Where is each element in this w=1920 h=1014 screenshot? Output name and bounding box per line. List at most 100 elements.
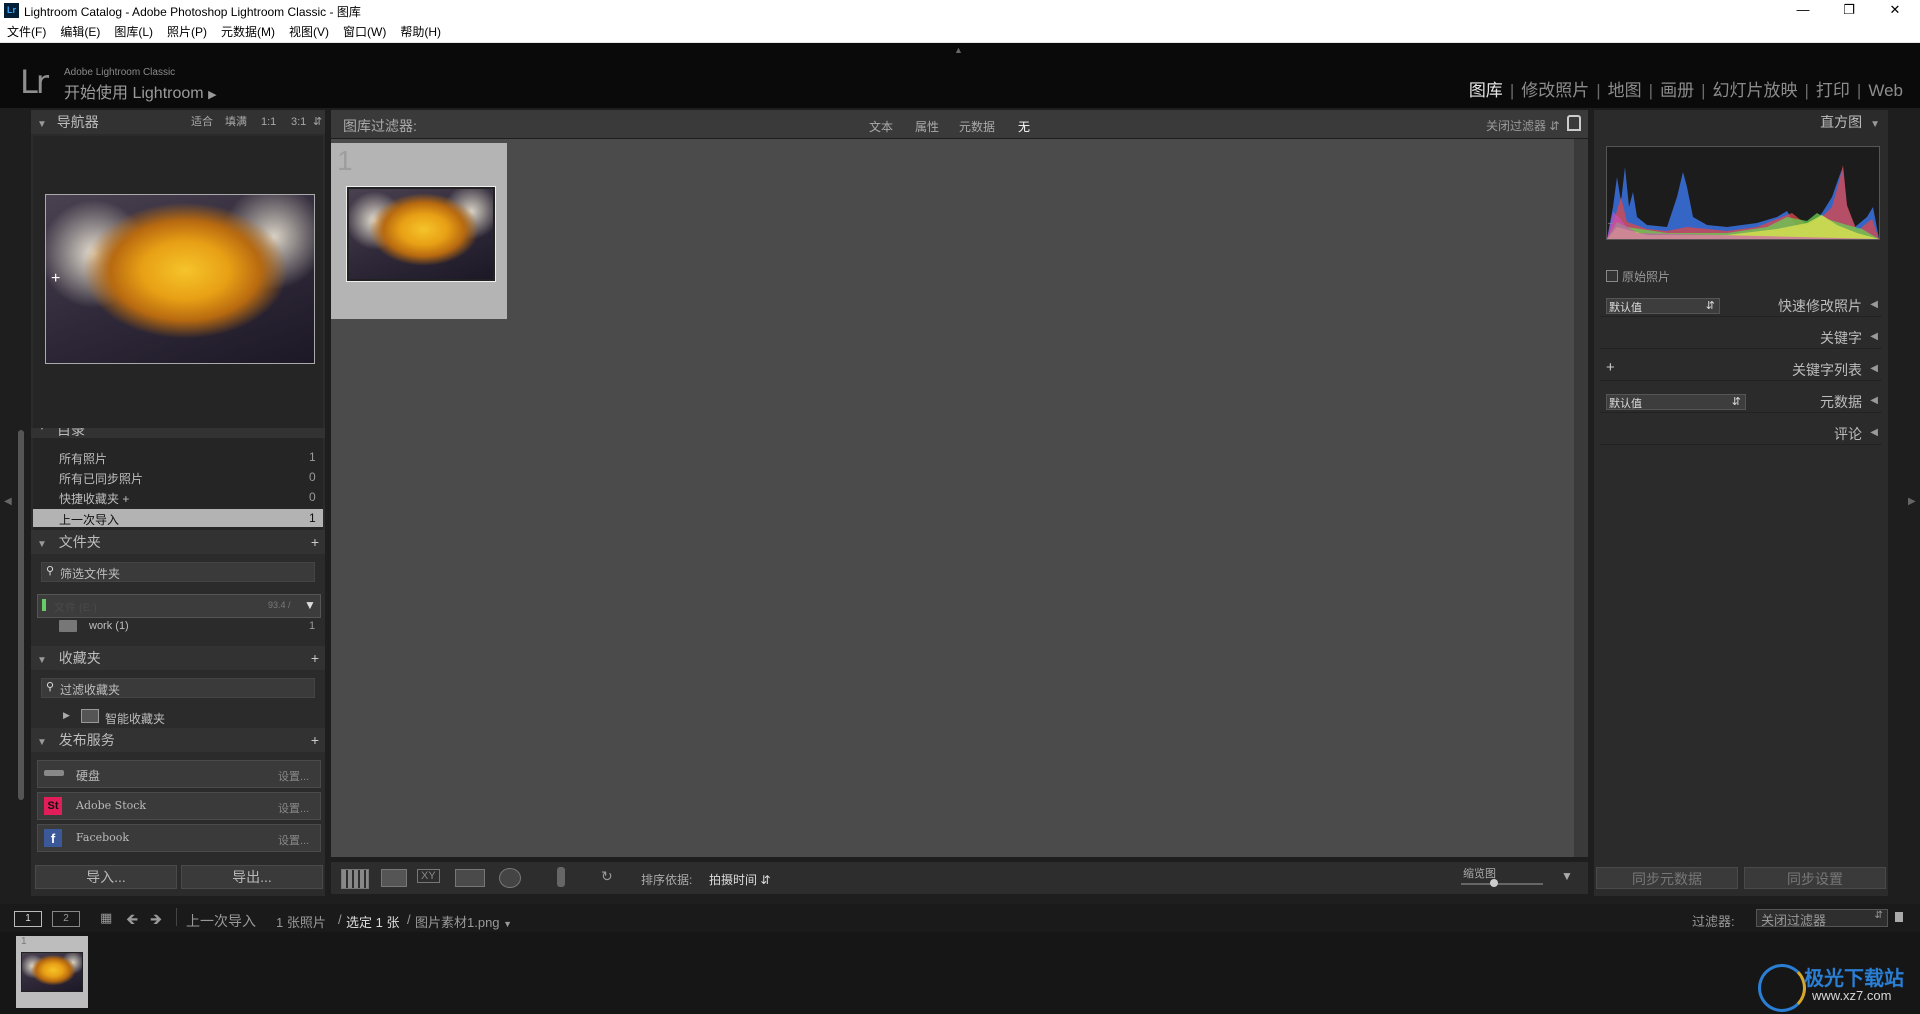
folders-header[interactable]: ▼ 文件夹 + [31,530,325,554]
grid-cell-selected[interactable]: 1 [331,143,507,319]
publish-header[interactable]: ▼ 发布服务 + [31,728,325,752]
volume-menu-icon[interactable]: ▼ [304,598,316,612]
module-web[interactable]: Web [1861,81,1910,100]
catalog-header[interactable]: ▼ 目录 [31,428,325,438]
filmstrip-thumbnail[interactable] [21,952,83,992]
add-keyword-icon[interactable]: + [1606,359,1615,376]
publish-setup-link[interactable]: 设置... [278,768,309,784]
filter-preset-select[interactable]: 关闭过滤器 ⇵ [1486,117,1559,134]
secondary-window-button[interactable]: 2 [52,911,80,927]
collapse-left-panel-icon[interactable]: ◀ [4,496,12,507]
compare-view-icon[interactable]: XY [417,869,440,883]
expand-left-icon[interactable]: ◀ [1870,363,1878,374]
zoom-stepper-icon[interactable]: ⇵ [313,110,322,134]
filter-attribute[interactable]: 属性 [915,118,939,135]
primary-window-button[interactable]: 1 [14,911,42,927]
grid-view-icon[interactable]: ▦ [100,910,112,926]
module-book[interactable]: 画册 [1653,81,1701,100]
collections-header[interactable]: ▼ 收藏夹 + [31,646,325,670]
module-library[interactable]: 图库 [1462,81,1510,100]
menu-window[interactable]: 窗口(W) [336,22,393,42]
minimize-button[interactable]: — [1780,0,1826,22]
collection-item-smart[interactable]: 智能收藏夹 [105,710,165,727]
maximize-button[interactable]: ❐ [1826,0,1872,22]
zoom-1-1[interactable]: 1:1 [261,110,276,134]
expand-left-icon[interactable]: ◀ [1870,427,1878,438]
zoom-fill[interactable]: 填满 [225,110,247,134]
catalog-item-all-photos[interactable]: 所有照片 [59,450,107,467]
publish-hard-drive[interactable]: 硬盘 设置... [37,760,321,788]
module-map[interactable]: 地图 [1601,81,1649,100]
publish-adobe-stock[interactable]: St Adobe Stock 设置... [37,792,321,820]
catalog-item-previous-import[interactable]: 上一次导入 1 [33,509,323,527]
expand-left-icon[interactable]: ◀ [1870,395,1878,406]
grid-thumbnail[interactable] [346,186,496,282]
sync-settings-button[interactable]: 同步设置 [1744,867,1886,889]
collapse-top-panel-icon[interactable]: ▲ [954,45,963,55]
menu-library[interactable]: 图库(L) [107,22,160,42]
survey-view-icon[interactable] [455,869,485,887]
module-print[interactable]: 打印 [1809,81,1857,100]
publish-facebook[interactable]: f Facebook 设置... [37,824,321,852]
add-collection-icon[interactable]: + [311,646,319,670]
publish-setup-link[interactable]: 设置... [278,800,309,816]
sync-metadata-button[interactable]: 同步元数据 [1596,867,1738,889]
expand-left-icon[interactable]: ◀ [1870,331,1878,342]
filmstrip-filter-select[interactable]: 关闭过滤器 ⇵ [1756,909,1888,928]
folder-item-work[interactable]: work (1) [89,620,129,632]
filter-metadata[interactable]: 元数据 [959,118,995,135]
menu-view[interactable]: 视图(V) [282,22,336,42]
painter-icon[interactable] [557,867,565,887]
loupe-view-icon[interactable] [381,869,407,887]
menu-edit[interactable]: 编辑(E) [53,22,107,42]
collapse-right-panel-icon[interactable]: ▶ [1908,496,1916,507]
grid-view-icon[interactable] [341,869,369,889]
menu-metadata[interactable]: 元数据(M) [214,22,282,42]
forward-arrow-icon[interactable]: 🡺 [150,909,162,934]
catalog-item-quick-collection[interactable]: 快捷收藏夹 + [59,490,129,507]
metadata-preset[interactable]: 默认值 ⇵ [1606,394,1746,410]
zoom-fit[interactable]: 适合 [191,110,213,134]
back-arrow-icon[interactable]: 🡸 [126,909,138,934]
sort-select[interactable]: 拍摄时间 ⇵ [709,871,770,888]
sort-direction-icon[interactable]: ↻ [601,868,613,885]
filmstrip-thumb-cell[interactable]: 1 [16,936,88,1008]
people-view-icon[interactable] [499,868,521,888]
publish-setup-link[interactable]: 设置... [278,832,309,848]
left-panel-scrollbar[interactable] [18,430,24,800]
add-folder-icon[interactable]: + [311,530,319,554]
filter-text[interactable]: 文本 [869,118,893,135]
volume-row[interactable]: 文件 (E:) 93.4 / ▼ [37,594,321,618]
module-develop[interactable]: 修改照片 [1514,81,1596,100]
navigator-header[interactable]: ▼ 导航器 适合 填满 1:1 3:1 ⇵ [31,110,325,134]
quick-develop-header[interactable]: 默认值 ⇵ 快速修改照片 ◀ [1600,294,1882,317]
expand-triangle-icon[interactable]: ▶ [63,710,70,721]
menu-help[interactable]: 帮助(H) [393,22,448,42]
folder-filter-input[interactable]: ⚲ 筛选文件夹 [41,562,315,582]
navigator-preview-image[interactable] [45,194,315,364]
zoom-3-1[interactable]: 3:1 [291,110,306,134]
menu-file[interactable]: 文件(F) [0,22,53,42]
filter-none[interactable]: 无 [1018,118,1030,135]
export-button[interactable]: 导出... [181,865,323,889]
collection-filter-input[interactable]: ⚲ 过滤收藏夹 [41,678,315,698]
filmstrip-source[interactable]: 上一次导入 [186,911,256,931]
thumbnail-size-slider-handle[interactable] [1490,879,1498,887]
thumbnail-size-slider[interactable] [1461,883,1543,885]
keyword-list-header[interactable]: + 关键字列表 ◀ [1600,358,1882,381]
filter-lock-icon[interactable] [1895,912,1903,922]
histogram-header[interactable]: 直方图 ▼ [1594,110,1888,134]
keywords-header[interactable]: 关键字 ◀ [1600,326,1882,349]
expand-left-icon[interactable]: ◀ [1870,299,1878,310]
module-slideshow[interactable]: 幻灯片放映 [1706,81,1805,100]
menu-photo[interactable]: 照片(P) [160,22,214,42]
original-photo-checkbox[interactable] [1606,270,1618,282]
import-button[interactable]: 导入... [35,865,177,889]
quick-develop-preset[interactable]: 默认值 ⇵ [1606,298,1720,314]
close-button[interactable]: ✕ [1872,0,1918,22]
catalog-item-synced[interactable]: 所有已同步照片 [59,470,143,487]
metadata-header[interactable]: 默认值 ⇵ 元数据 ◀ [1600,390,1882,413]
toolbar-menu-icon[interactable]: ▼ [1561,869,1573,883]
comments-header[interactable]: 评论 ◀ [1600,422,1882,445]
lock-icon[interactable] [1567,115,1581,131]
